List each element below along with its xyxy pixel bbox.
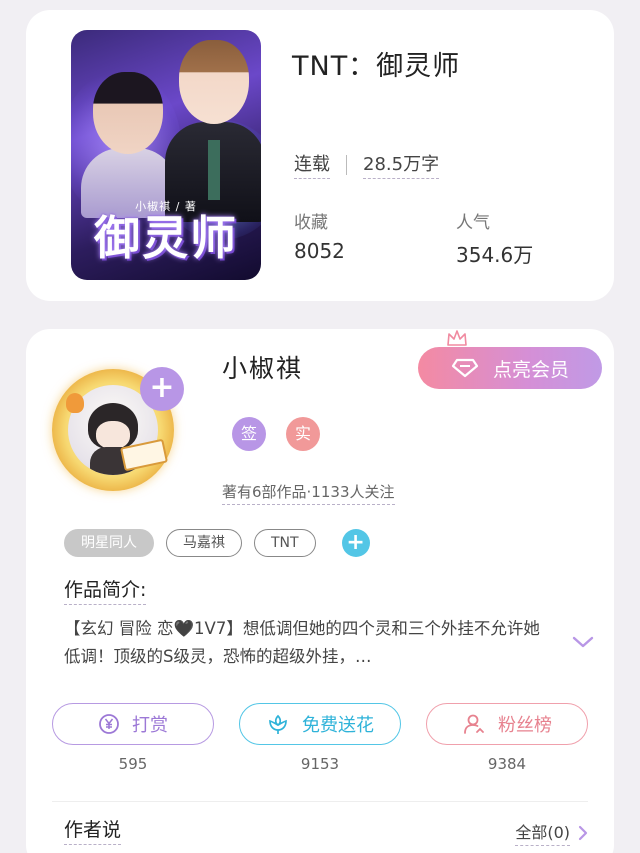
book-status: 连载 (294, 150, 330, 179)
popularity-label: 人气 (456, 213, 490, 233)
diamond-icon (451, 358, 479, 378)
chevron-right-icon (578, 825, 588, 840)
user-icon (464, 714, 484, 734)
fan-ranking-button[interactable]: 粉丝榜 (426, 703, 588, 745)
crown-icon (447, 330, 467, 346)
favorites-value: 8052 (294, 239, 345, 263)
yen-coin-icon (99, 714, 119, 734)
tip-label: 打赏 (132, 715, 168, 736)
popularity-value: 354.6万 (456, 243, 534, 267)
tag-list: 明星同人 马嘉祺 TNT + (64, 529, 370, 557)
author-says-heading: 作者说 (64, 815, 122, 845)
book-meta-row: 连载 28.5万字 (294, 150, 440, 179)
cover-figure-head (93, 72, 163, 154)
tag-item[interactable]: 马嘉祺 (166, 529, 242, 557)
intro-heading: 作品简介: (64, 575, 147, 605)
author-stats: 著有6部作品·1133人关注 (222, 481, 395, 505)
fans-count: 9384 (487, 755, 527, 773)
flower-action: 免费送花 9153 (239, 703, 401, 773)
tag-item[interactable]: TNT (254, 529, 316, 557)
tip-count: 595 (118, 755, 148, 773)
view-all-label: 全部(0) (515, 819, 570, 846)
fans-action: 粉丝榜 9384 (426, 703, 588, 773)
book-info-card: 小椒祺 / 著 御灵师 TNT：御灵师 连载 28.5万字 收藏 8052 人气… (26, 10, 614, 301)
tag-item[interactable]: 明星同人 (64, 529, 154, 557)
avatar-lamp-decoration (66, 393, 84, 413)
flower-icon (269, 714, 287, 734)
tip-action: 打赏 595 (52, 703, 214, 773)
author-detail-card: + 小椒祺 点亮会员 签 实 著有6部作品·1133人关注 明星同人 马嘉祺 T… (26, 329, 614, 853)
view-all-comments-link[interactable]: 全部(0) (515, 819, 588, 846)
section-divider (52, 801, 588, 802)
author-name[interactable]: 小椒祺 (222, 349, 303, 385)
favorites-label: 收藏 (294, 213, 328, 233)
meta-divider (346, 154, 347, 175)
vip-membership-button[interactable]: 点亮会员 (418, 347, 602, 389)
send-flower-button[interactable]: 免费送花 (239, 703, 401, 745)
fan-ranking-label: 粉丝榜 (498, 715, 552, 736)
favorites-stat: 收藏 8052 (294, 208, 345, 263)
popularity-stat: 人气 354.6万 (456, 208, 533, 268)
chevron-down-icon[interactable] (572, 635, 594, 649)
vip-button-label: 点亮会员 (492, 358, 569, 381)
verified-author-badge: 实 (286, 417, 320, 451)
cover-title-text: 御灵师 (94, 211, 238, 265)
cover-figure-tie (208, 140, 220, 200)
book-cover-image[interactable]: 小椒祺 / 著 御灵师 (71, 30, 261, 280)
tip-button[interactable]: 打赏 (52, 703, 214, 745)
avatar-face (96, 421, 130, 449)
signed-author-badge: 签 (232, 417, 266, 451)
book-title: TNT：御灵师 (292, 51, 461, 82)
send-flower-label: 免费送花 (302, 715, 374, 736)
book-word-count: 28.5万字 (363, 150, 440, 179)
add-tag-button[interactable]: + (341, 529, 370, 557)
intro-text[interactable]: 【玄幻 冒险 恋🖤1V7】想低调但她的四个灵和三个外挂不允许她低调！顶级的S级灵… (64, 615, 550, 671)
flower-count: 9153 (300, 755, 340, 773)
follow-author-button[interactable]: + (140, 367, 184, 411)
cover-figure-head (179, 40, 249, 124)
action-bar: 打赏 595 免费送花 9153 粉丝榜 9384 (52, 703, 588, 773)
